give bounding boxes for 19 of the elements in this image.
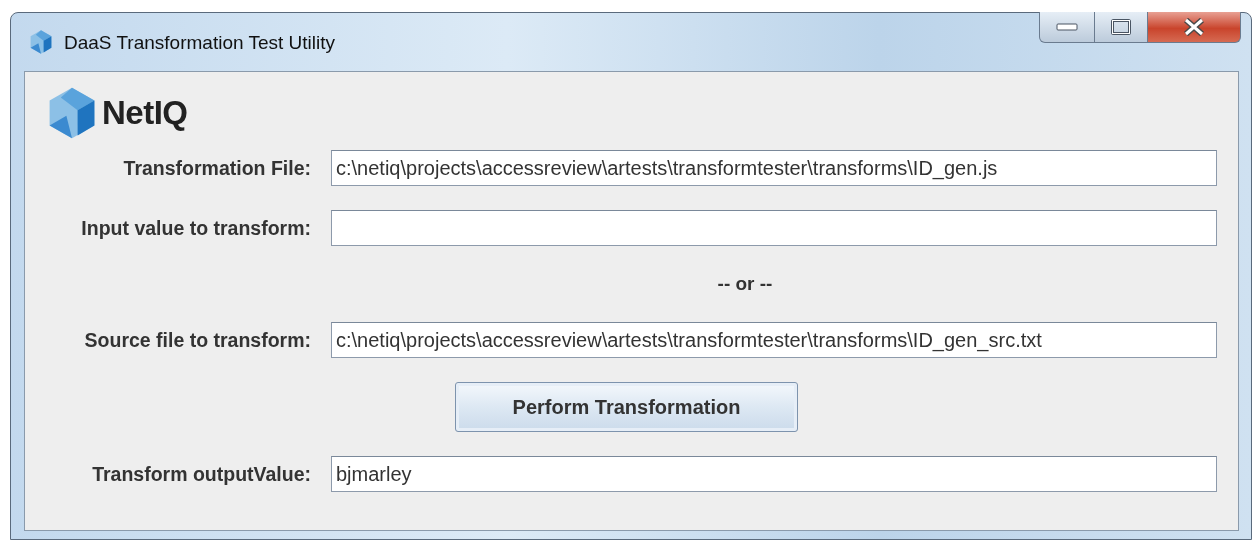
minimize-icon <box>1056 23 1078 31</box>
window-title: DaaS Transformation Test Utility <box>64 32 336 54</box>
maximize-icon <box>1111 19 1131 35</box>
app-icon <box>28 29 54 55</box>
text-field[interactable] <box>331 210 1217 246</box>
separator-text: -- or -- <box>717 273 773 294</box>
text-field[interactable]: c:\netiq\projects\accessreview\artests\transformtester\transforms\ID_gen_src.txt <box>331 322 1217 358</box>
field-label: Input value to transform: <box>80 216 311 240</box>
field-label: Source file to transform: <box>83 328 311 352</box>
text-field[interactable]: bjmarley <box>331 456 1217 492</box>
field-label: Transformation File: <box>122 156 311 180</box>
close-button[interactable] <box>1148 12 1241 43</box>
maximize-button[interactable] <box>1095 12 1148 43</box>
minimize-button[interactable] <box>1039 12 1095 43</box>
logo-text: NetIQ <box>102 94 188 132</box>
perform-button[interactable]: Perform Transformation <box>455 382 798 432</box>
close-icon <box>1183 18 1205 36</box>
text-field[interactable]: c:\netiq\projects\accessreview\artests\transformtester\transforms\ID_gen.js <box>331 150 1217 186</box>
field-label: Transform outputValue: <box>91 462 311 486</box>
